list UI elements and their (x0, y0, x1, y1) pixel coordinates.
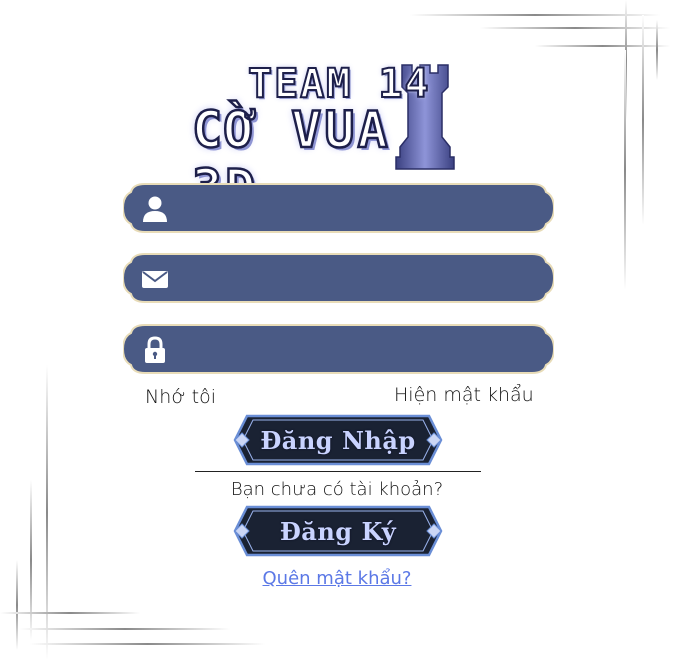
register-button[interactable]: Đăng Ký (233, 505, 443, 557)
user-icon (143, 196, 167, 222)
login-button[interactable]: Đăng Nhập (233, 414, 443, 466)
forgot-password-link[interactable]: Quên mật khẩu? (263, 568, 412, 589)
no-account-text: Bạn chưa có tài khoản? (230, 479, 444, 500)
username-field[interactable] (123, 182, 554, 234)
envelope-icon (142, 271, 168, 288)
password-field[interactable] (123, 323, 554, 375)
game-logo: TEAM 14 CỜ VUA 3D (190, 55, 460, 218)
forgot-password-container: Quên mật khẩu? (0, 568, 674, 589)
lock-icon (145, 336, 165, 363)
username-input[interactable] (183, 192, 527, 226)
login-button-label: Đăng Nhập (260, 425, 416, 455)
show-password-label[interactable]: Hiện mật khẩu (394, 384, 534, 406)
divider (195, 471, 481, 472)
register-button-label: Đăng Ký (279, 516, 397, 546)
email-input[interactable] (183, 262, 527, 296)
remember-me-label[interactable]: Nhớ tôi (145, 386, 216, 408)
password-input[interactable] (183, 333, 527, 367)
email-field[interactable] (123, 252, 554, 304)
